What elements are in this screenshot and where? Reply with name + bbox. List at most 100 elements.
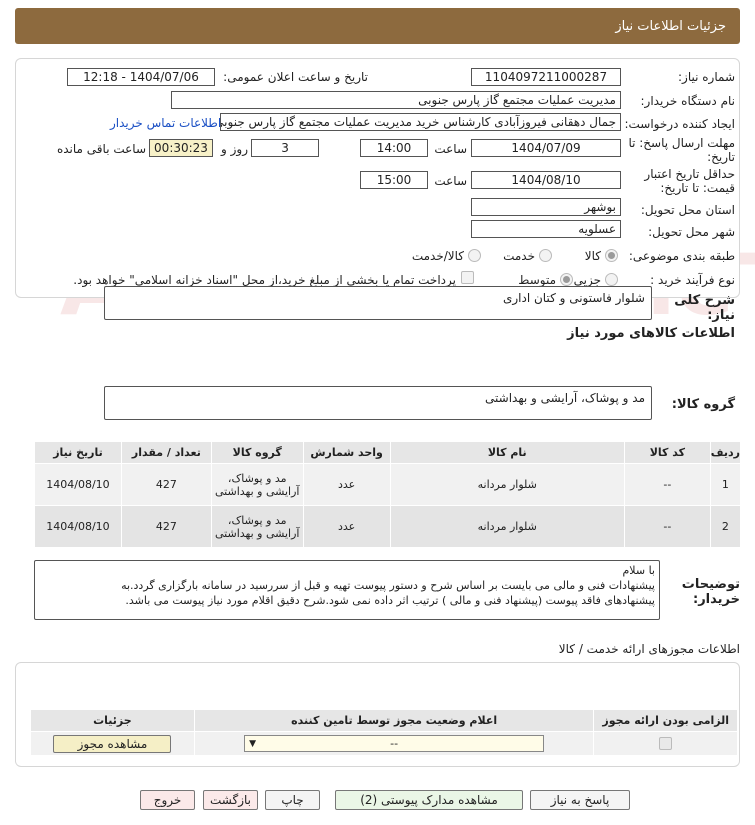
cell-permit-status: ▼ -- xyxy=(193,731,595,756)
buyer-notes-label: توضیحات xyxy=(681,577,740,592)
category-option-goods: کالا xyxy=(584,249,601,263)
category-radio-goods[interactable] xyxy=(605,249,618,262)
permit-status-value: -- xyxy=(390,737,399,750)
cell-code: -- xyxy=(623,505,711,548)
goods-table: ردیف کد کالا نام کالا واحد شمارش گروه کا… xyxy=(34,441,742,548)
view-permit-button[interactable]: مشاهده مجوز xyxy=(53,734,172,753)
cell-row: 2 xyxy=(709,505,742,548)
process-radio-medium[interactable] xyxy=(560,273,573,286)
cell-permit-required xyxy=(593,731,738,756)
table-row: 1 -- شلوار مردانه عدد مد و پوشاک، آرایشی… xyxy=(34,463,742,506)
validity-label: حداقل تاریخ اعتبار xyxy=(644,167,735,181)
treasury-payment-note: پرداخت تمام یا بخشی از مبلغ خرید،از محل … xyxy=(73,273,456,287)
remaining-time-field: 00:30:23 xyxy=(149,139,213,157)
col-qty: تعداد / مقدار xyxy=(120,441,212,464)
category-radio-service[interactable] xyxy=(539,249,552,262)
buyer-contact-link[interactable]: اطلاعات تماس خریدار xyxy=(110,116,221,130)
permit-required-checkbox xyxy=(659,737,673,750)
cell-qty: 427 xyxy=(120,505,212,548)
validity-time-label: ساعت xyxy=(434,174,467,188)
col-name: نام کالا xyxy=(389,441,625,464)
page-header: جزئیات اطلاعات نیاز xyxy=(15,8,740,44)
table-row: 2 -- شلوار مردانه عدد مد و پوشاک، آرایشی… xyxy=(34,505,742,548)
col-unit: واحد شمارش xyxy=(302,441,391,464)
deadline-time-field: 14:00 xyxy=(360,139,428,157)
creator-field: جمال دهقانی فیروزآبادی کارشناس خرید مدیر… xyxy=(220,113,621,131)
col-code: کد کالا xyxy=(623,441,711,464)
deadline-label-date: تاریخ: xyxy=(707,150,735,164)
chevron-down-icon: ▼ xyxy=(249,738,257,749)
buyer-notes-line: پیشنهادهای فاقد پیوست (پیشنهاد فنی و مال… xyxy=(125,594,655,607)
page-title: جزئیات اطلاعات نیاز xyxy=(615,18,726,34)
province-label: استان محل تحویل: xyxy=(640,203,735,217)
validity-date-field: 1404/08/10 xyxy=(471,171,621,189)
col-row: ردیف xyxy=(709,441,742,464)
need-number-label: شماره نیاز: xyxy=(678,70,735,84)
summary-field: شلوار فاستونی و کتان اداری xyxy=(104,286,652,320)
process-option-medium: متوسط xyxy=(518,273,556,287)
back-button[interactable]: بازگشت xyxy=(203,790,258,810)
goods-group-label: گروه کالا: xyxy=(671,397,735,412)
buyer-field: مدیریت عملیات مجتمع گاز پارس جنوبی xyxy=(171,91,621,109)
process-radio-minor[interactable] xyxy=(605,273,618,286)
days-label: روز و xyxy=(221,142,248,156)
deadline-label: مهلت ارسال پاسخ: تا xyxy=(628,136,735,150)
province-field: بوشهر xyxy=(471,198,621,216)
validity-label-date: قیمت: تا تاریخ: xyxy=(660,181,735,195)
cell-name: شلوار مردانه xyxy=(389,505,625,548)
deadline-date-field: 1404/07/09 xyxy=(471,139,621,157)
remaining-time-label: ساعت باقی مانده xyxy=(56,142,146,156)
permit-status-select[interactable]: ▼ -- xyxy=(244,735,545,752)
permits-table-header: الزامی بودن ارائه مجوز اعلام وضعیت مجوز … xyxy=(30,709,738,732)
view-attachments-button[interactable]: مشاهده مدارک پیوستی (2) xyxy=(335,790,523,810)
print-button[interactable]: چاپ xyxy=(265,790,320,810)
col-permit-details: جزئیات xyxy=(30,709,195,732)
buyer-notes-line: با سلام xyxy=(622,564,655,577)
summary-text: شلوار فاستونی و کتان اداری xyxy=(502,291,645,305)
cell-unit: عدد xyxy=(302,505,391,548)
permits-section-title: اطلاعات مجوزهای ارائه خدمت / کالا xyxy=(558,642,740,656)
table-row: ▼ -- مشاهده مجوز xyxy=(30,731,738,756)
col-permit-status: اعلام وضعیت مجوز توسط تامین کننده xyxy=(193,709,595,732)
need-number-field: 1104097211000287 xyxy=(471,68,621,86)
buyer-notes-field: با سلام پیشنهادات فنی و مالی می بایست بر… xyxy=(34,560,660,620)
permits-table: الزامی بودن ارائه مجوز اعلام وضعیت مجوز … xyxy=(30,709,738,756)
buyer-label: نام دستگاه خریدار: xyxy=(640,94,736,108)
buyer-notes-line: پیشنهادات فنی و مالی می بایست بر اساس شر… xyxy=(121,579,655,592)
col-permit-required: الزامی بودن ارائه مجوز xyxy=(593,709,738,732)
category-label: طبقه بندی موضوعی: xyxy=(628,249,735,263)
cell-permit-details: مشاهده مجوز xyxy=(30,731,195,756)
announce-field: 1404/07/06 - 12:18 xyxy=(67,68,215,86)
category-radio-goods-service[interactable] xyxy=(468,249,481,262)
days-remaining-field: 3 xyxy=(251,139,319,157)
cell-date: 1404/08/10 xyxy=(34,463,122,506)
goods-group-field: مد و پوشاک، آرایشی و بهداشتی xyxy=(104,386,652,420)
city-field: عسلویه xyxy=(471,220,621,238)
cell-name: شلوار مردانه xyxy=(389,463,625,506)
category-option-goods-service: کالا/خدمت xyxy=(411,249,464,263)
cell-date: 1404/08/10 xyxy=(34,505,122,548)
cell-code: -- xyxy=(623,463,711,506)
cell-group: مد و پوشاک، آرایشی و بهداشتی xyxy=(210,463,304,506)
treasury-payment-checkbox[interactable] xyxy=(461,271,474,284)
col-date: تاریخ نیاز xyxy=(34,441,122,464)
cell-group: مد و پوشاک، آرایشی و بهداشتی xyxy=(210,505,304,548)
city-label: شهر محل تحویل: xyxy=(648,225,735,239)
goods-section-title: اطلاعات کالاهای مورد نیاز xyxy=(567,326,735,341)
cell-qty: 427 xyxy=(120,463,212,506)
reply-button[interactable]: پاسخ به نیاز xyxy=(530,790,630,810)
cell-row: 1 xyxy=(709,463,742,506)
summary-label: شرح کلی نیاز: xyxy=(674,293,735,323)
cell-unit: عدد xyxy=(302,463,391,506)
validity-time-field: 15:00 xyxy=(360,171,428,189)
col-group: گروه کالا xyxy=(210,441,304,464)
creator-label: ایجاد کننده درخواست: xyxy=(624,117,735,131)
buyer-notes-label-2: خریدار: xyxy=(693,592,740,607)
process-label: نوع فرآیند خرید : xyxy=(650,273,735,287)
goods-table-header: ردیف کد کالا نام کالا واحد شمارش گروه کا… xyxy=(34,441,742,464)
exit-button[interactable]: خروج xyxy=(140,790,195,810)
announce-label: تاریخ و ساعت اعلان عمومی: xyxy=(223,70,368,84)
goods-group-text: مد و پوشاک، آرایشی و بهداشتی xyxy=(485,391,645,405)
category-option-service: خدمت xyxy=(503,249,535,263)
deadline-time-label: ساعت xyxy=(434,142,467,156)
